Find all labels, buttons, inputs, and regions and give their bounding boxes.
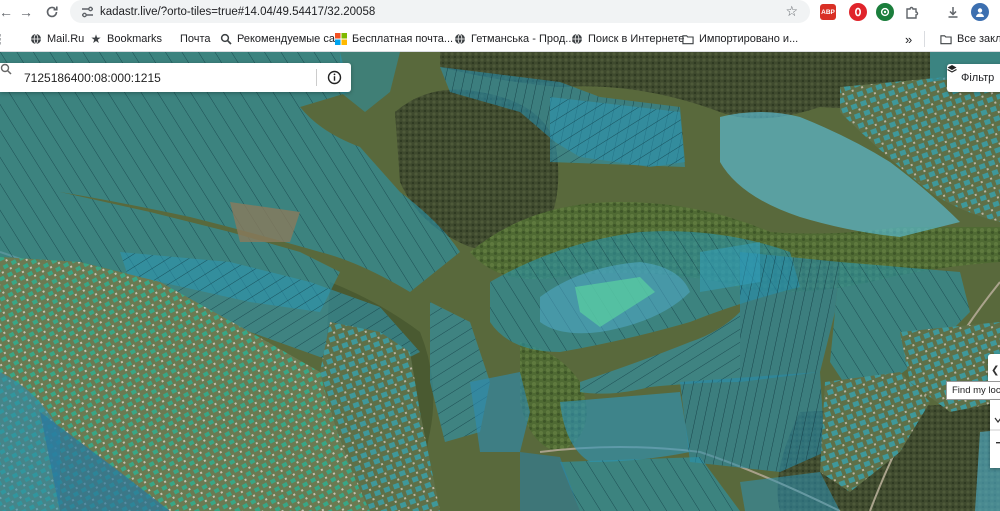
windows-icon bbox=[335, 33, 347, 45]
bookmarks-divider bbox=[924, 31, 925, 47]
globe-icon bbox=[454, 33, 466, 45]
filter-button[interactable]: Фільтр bbox=[947, 64, 1000, 92]
url-text: kadastr.live/?orto-tiles=true#14.04/49.5… bbox=[100, 5, 376, 18]
satellite-imagery bbox=[0, 52, 1000, 511]
more-bookmarks-button[interactable]: » bbox=[905, 31, 912, 47]
zoom-icons bbox=[990, 417, 1000, 444]
search-input[interactable] bbox=[24, 70, 304, 85]
site-settings-icon[interactable] bbox=[80, 5, 94, 19]
bookmark-item-free-mail[interactable]: Бесплатная почта... bbox=[335, 31, 453, 47]
bookmark-item-imported[interactable]: Импортировано и... bbox=[682, 31, 798, 47]
bookmark-item-recommended[interactable]: Рекомендуемые са... bbox=[220, 31, 344, 47]
search-divider bbox=[316, 69, 317, 86]
globe-icon bbox=[571, 33, 583, 45]
star-icon: ★ bbox=[90, 32, 102, 46]
search-icon bbox=[220, 33, 232, 45]
avatar[interactable] bbox=[971, 3, 989, 21]
grammar-icon[interactable] bbox=[876, 3, 894, 21]
chevron-left-icon: ❮ bbox=[991, 365, 1000, 376]
locate-tooltip: Find my loca bbox=[946, 381, 1000, 400]
download-icon[interactable] bbox=[943, 2, 963, 22]
bookmark-item-mailru[interactable]: Mail.Ru bbox=[30, 31, 84, 47]
forward-icon[interactable]: → bbox=[16, 2, 36, 22]
adblock-icon[interactable]: ABP bbox=[820, 4, 836, 20]
apps-icon[interactable] bbox=[0, 31, 8, 47]
all-bookmarks-folder[interactable]: Все заклад bbox=[940, 31, 1000, 47]
filter-label: Фільтр bbox=[961, 72, 995, 84]
reload-icon[interactable] bbox=[42, 2, 62, 22]
address-bar[interactable]: kadastr.live/?orto-tiles=true#14.04/49.5… bbox=[70, 0, 810, 23]
folder-icon bbox=[682, 33, 694, 45]
bookmark-item-pochta[interactable]: Почта bbox=[180, 31, 211, 47]
cadastral-search-bar bbox=[0, 63, 351, 92]
bookmark-item-internet-search[interactable]: Поиск в Интернете bbox=[571, 31, 684, 47]
opera-icon[interactable] bbox=[849, 3, 867, 21]
puzzle-icon[interactable] bbox=[903, 3, 921, 21]
cadastral-map[interactable]: Фільтр ❮ Find my loca bbox=[0, 52, 1000, 511]
folder-icon bbox=[940, 33, 952, 45]
bookmarks-bar: Mail.Ru ★ Bookmarks Почта Рекомендуемые … bbox=[0, 26, 1000, 52]
zoom-control[interactable] bbox=[990, 400, 1000, 468]
info-icon[interactable] bbox=[327, 70, 342, 85]
bookmark-item-hetmanska[interactable]: Гетманська - Прод... bbox=[454, 31, 574, 47]
globe-icon bbox=[30, 33, 42, 45]
bookmark-star-icon[interactable]: ☆ bbox=[785, 3, 798, 20]
bookmark-item-bookmarks[interactable]: ★ Bookmarks bbox=[90, 31, 162, 47]
browser-toolbar: ← → kadastr.live/?orto-tiles=true#14.04/… bbox=[0, 0, 1000, 24]
back-icon[interactable]: ← bbox=[0, 2, 16, 22]
